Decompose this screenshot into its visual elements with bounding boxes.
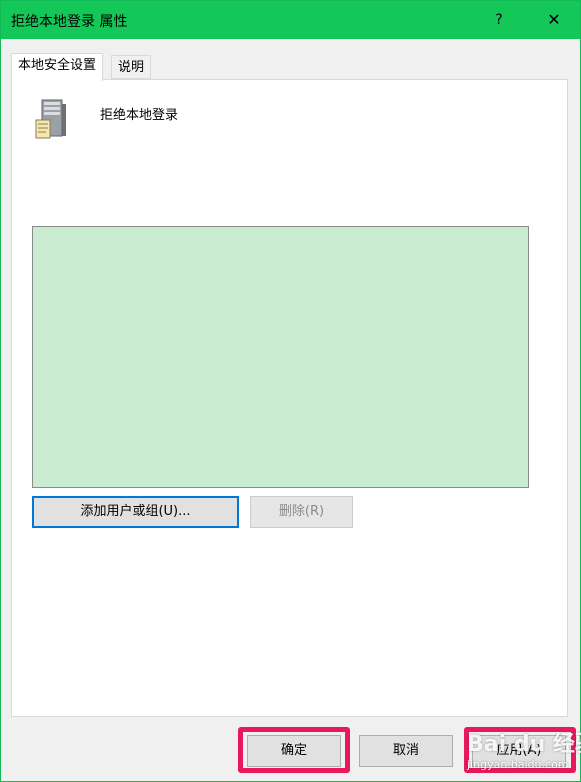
help-button[interactable]: ? bbox=[479, 1, 519, 39]
tab-local-security-setting[interactable]: 本地安全设置 bbox=[11, 53, 104, 81]
server-icon bbox=[35, 99, 66, 139]
tab-explain[interactable]: 说明 bbox=[111, 55, 152, 79]
tab-panel: 拒绝本地登录 添加用户或组(U)... 删除(R) bbox=[11, 79, 568, 717]
remove-button[interactable]: 删除(R) bbox=[250, 496, 353, 528]
title-bar[interactable]: 拒绝本地登录 属性 ? ✕ bbox=[1, 1, 580, 39]
apply-button-highlight bbox=[464, 727, 576, 773]
close-button[interactable]: ✕ bbox=[531, 1, 577, 39]
policy-name: 拒绝本地登录 bbox=[100, 108, 179, 123]
window-title: 拒绝本地登录 属性 bbox=[11, 14, 128, 30]
ok-button-highlight bbox=[238, 727, 350, 773]
add-user-or-group-button[interactable]: 添加用户或组(U)... bbox=[32, 496, 239, 528]
cancel-button[interactable]: 取消 bbox=[359, 735, 453, 767]
properties-dialog: 拒绝本地登录 属性 ? ✕ 本地安全设置 说明 拒绝本地登录 添加用户或组(U)… bbox=[0, 0, 581, 782]
users-list[interactable] bbox=[32, 226, 529, 488]
